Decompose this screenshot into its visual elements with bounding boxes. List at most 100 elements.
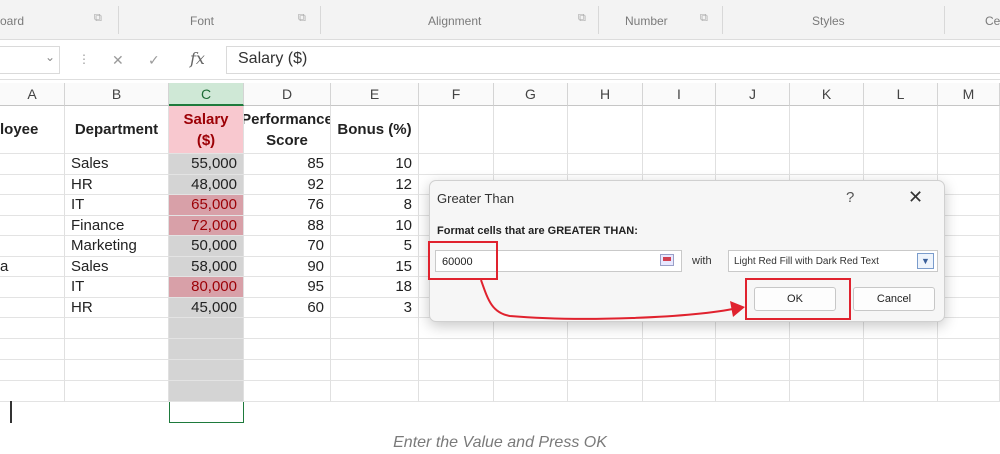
format-style-select[interactable]: Light Red Fill with Dark Red Text <box>728 250 938 272</box>
data-cell[interactable]: 12 <box>331 174 419 195</box>
empty-cell[interactable] <box>244 360 331 381</box>
empty-cell[interactable] <box>716 360 790 381</box>
empty-cell[interactable] <box>790 154 864 175</box>
data-cell[interactable]: Finance <box>65 215 169 236</box>
help-icon[interactable]: ? <box>846 189 854 206</box>
empty-cell[interactable] <box>244 318 331 339</box>
salary-cell[interactable]: 80,000 <box>169 277 244 298</box>
data-cell[interactable]: a <box>0 256 65 277</box>
cancel-button[interactable]: Cancel <box>853 287 935 311</box>
empty-cell[interactable] <box>938 277 1000 298</box>
empty-cell[interactable] <box>643 339 716 360</box>
data-cell[interactable]: Sales <box>65 256 169 277</box>
empty-cell[interactable] <box>494 339 568 360</box>
column-header-d[interactable]: D <box>244 83 331 106</box>
salary-cell[interactable]: 72,000 <box>169 215 244 236</box>
salary-cell[interactable]: 58,000 <box>169 256 244 277</box>
empty-cell[interactable] <box>65 381 169 402</box>
column-header-g[interactable]: G <box>494 83 568 106</box>
empty-cell[interactable] <box>568 360 643 381</box>
chevron-down-icon[interactable]: ⌄ <box>45 50 55 64</box>
column-header-b[interactable]: B <box>65 83 169 106</box>
empty-cell[interactable] <box>643 381 716 402</box>
formula-input[interactable] <box>226 46 1000 74</box>
dialog-launcher-icon[interactable]: ⧉ <box>700 12 712 24</box>
empty-cell[interactable] <box>790 106 864 154</box>
empty-cell[interactable] <box>938 381 1000 402</box>
empty-cell[interactable] <box>568 339 643 360</box>
empty-cell[interactable] <box>169 339 244 360</box>
data-cell[interactable]: Sales <box>65 154 169 175</box>
data-cell[interactable]: 15 <box>331 256 419 277</box>
chevron-down-icon[interactable]: ▼ <box>917 253 934 269</box>
empty-cell[interactable] <box>938 174 1000 195</box>
data-cell[interactable]: HR <box>65 297 169 318</box>
data-cell[interactable]: 5 <box>331 236 419 257</box>
empty-cell[interactable] <box>938 106 1000 154</box>
empty-cell[interactable] <box>643 106 716 154</box>
data-cell[interactable]: 76 <box>244 195 331 216</box>
empty-cell[interactable] <box>938 215 1000 236</box>
empty-cell[interactable] <box>65 318 169 339</box>
empty-cell[interactable] <box>0 381 65 402</box>
empty-cell[interactable] <box>643 154 716 175</box>
column-header-m[interactable]: M <box>938 83 1000 106</box>
data-cell[interactable] <box>0 195 65 216</box>
data-cell[interactable] <box>0 277 65 298</box>
column-header-l[interactable]: L <box>864 83 938 106</box>
data-cell[interactable]: 92 <box>244 174 331 195</box>
empty-cell[interactable] <box>494 360 568 381</box>
insert-function-icon[interactable]: fx <box>190 49 205 68</box>
data-cell[interactable] <box>0 215 65 236</box>
data-cell[interactable]: 95 <box>244 277 331 298</box>
cancel-icon[interactable]: ✕ <box>112 52 124 69</box>
column-header-f[interactable]: F <box>419 83 494 106</box>
data-cell[interactable]: HR <box>65 174 169 195</box>
empty-cell[interactable] <box>790 381 864 402</box>
empty-cell[interactable] <box>790 360 864 381</box>
data-cell[interactable]: IT <box>65 277 169 298</box>
name-box[interactable]: ⌄ <box>0 46 60 74</box>
data-cell[interactable]: 3 <box>331 297 419 318</box>
empty-cell[interactable] <box>419 106 494 154</box>
data-cell[interactable]: 8 <box>331 195 419 216</box>
empty-cell[interactable] <box>494 381 568 402</box>
empty-cell[interactable] <box>0 360 65 381</box>
empty-cell[interactable] <box>244 381 331 402</box>
data-cell[interactable]: 90 <box>244 256 331 277</box>
dialog-launcher-icon[interactable]: ⧉ <box>94 12 106 24</box>
enter-icon[interactable]: ✓ <box>148 52 160 69</box>
data-cell[interactable]: 85 <box>244 154 331 175</box>
empty-cell[interactable] <box>331 339 419 360</box>
empty-cell[interactable] <box>494 106 568 154</box>
header-bonus[interactable]: Bonus (%) <box>331 106 419 154</box>
data-cell[interactable] <box>0 297 65 318</box>
empty-cell[interactable] <box>419 339 494 360</box>
empty-cell[interactable] <box>0 318 65 339</box>
empty-cell[interactable] <box>169 360 244 381</box>
empty-cell[interactable] <box>938 236 1000 257</box>
header-employee[interactable]: loyee <box>0 106 65 154</box>
column-header-c[interactable]: C <box>169 83 244 106</box>
salary-cell[interactable]: 48,000 <box>169 174 244 195</box>
close-icon[interactable]: ✕ <box>908 187 923 208</box>
empty-cell[interactable] <box>938 154 1000 175</box>
empty-cell[interactable] <box>65 360 169 381</box>
column-header-e[interactable]: E <box>331 83 419 106</box>
empty-cell[interactable] <box>65 339 169 360</box>
empty-cell[interactable] <box>716 381 790 402</box>
data-cell[interactable]: 88 <box>244 215 331 236</box>
empty-cell[interactable] <box>938 318 1000 339</box>
data-cell[interactable]: Marketing <box>65 236 169 257</box>
empty-cell[interactable] <box>790 339 864 360</box>
empty-cell[interactable] <box>716 339 790 360</box>
empty-cell[interactable] <box>938 195 1000 216</box>
empty-cell[interactable] <box>419 381 494 402</box>
collapse-dialog-icon[interactable] <box>660 254 674 266</box>
empty-cell[interactable] <box>864 360 938 381</box>
empty-cell[interactable] <box>864 106 938 154</box>
empty-cell[interactable] <box>0 339 65 360</box>
header-performance-score[interactable]: Performance Score <box>244 106 331 154</box>
empty-cell[interactable] <box>716 154 790 175</box>
empty-cell[interactable] <box>864 154 938 175</box>
